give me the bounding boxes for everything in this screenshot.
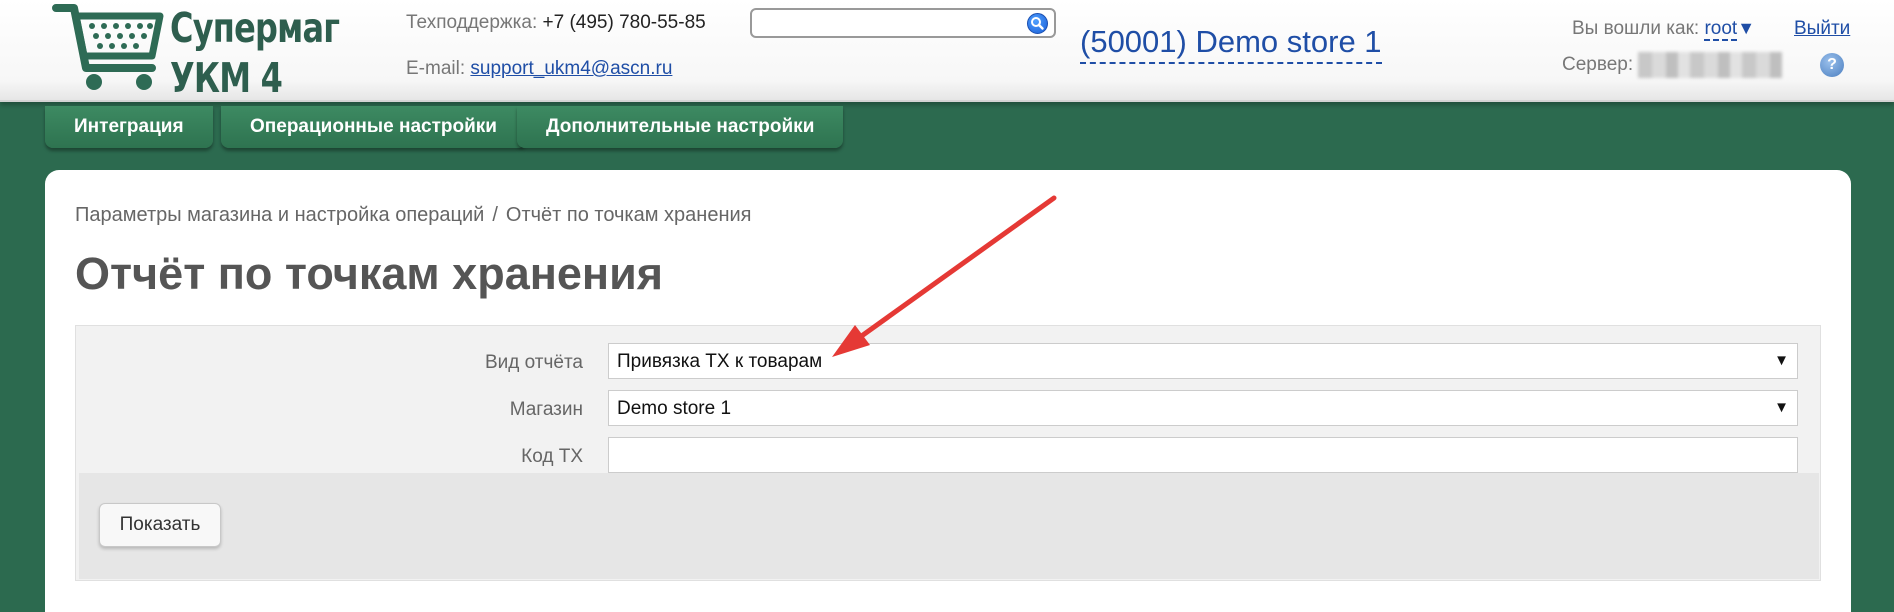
- breadcrumb: Параметры магазина и настройка операций /…: [75, 204, 752, 227]
- store-value: Demo store 1: [617, 398, 732, 419]
- page-title: Отчёт по точкам хранения: [75, 248, 664, 299]
- dropdown-arrow-icon: ▼: [1774, 399, 1789, 416]
- store-selector[interactable]: (50001) Demo store 1: [1080, 24, 1382, 64]
- dropdown-arrow-icon: ▼: [1774, 352, 1789, 369]
- server-value-redacted: [1638, 52, 1782, 78]
- form-actions: Показать: [79, 473, 1819, 579]
- support-phone: Техподдержка: +7 (495) 780-55-85: [406, 12, 706, 34]
- logo-title: Супермаг: [170, 4, 340, 52]
- report-form: Вид отчёта Привязка ТХ к товарам ▼ Магаз…: [75, 325, 1821, 581]
- tab-additional-settings[interactable]: Дополнительные настройки: [517, 106, 844, 148]
- store-label: Магазин: [509, 399, 583, 420]
- logout-link[interactable]: Выйти: [1794, 18, 1850, 40]
- logo[interactable]: Супермаг УКМ 4: [52, 2, 347, 102]
- server-label: Сервер:: [1562, 54, 1634, 75]
- storage-code-label: Код ТХ: [521, 446, 583, 467]
- support-phone-value: +7 (495) 780-55-85: [542, 12, 706, 33]
- tab-operational-settings[interactable]: Операционные настройки: [221, 106, 526, 148]
- tab-integration[interactable]: Интеграция: [45, 106, 213, 148]
- show-button[interactable]: Показать: [99, 503, 221, 547]
- report-type-label: Вид отчёта: [484, 352, 583, 373]
- user-info: Вы вошли как: root▼: [1572, 18, 1755, 41]
- shopping-cart-icon: [52, 4, 164, 90]
- top-header: Супермаг УКМ 4 Техподдержка: +7 (495) 78…: [0, 0, 1894, 102]
- content-panel: Параметры магазина и настройка операций /…: [45, 170, 1851, 612]
- breadcrumb-parent[interactable]: Параметры магазина и настройка операций: [75, 204, 484, 226]
- user-menu[interactable]: root: [1704, 18, 1738, 41]
- search-input[interactable]: [752, 10, 1012, 36]
- email-label: E-mail:: [406, 58, 466, 79]
- breadcrumb-separator: /: [492, 204, 498, 226]
- logo-subtitle: УКМ 4: [170, 54, 283, 102]
- chevron-down-icon[interactable]: ▼: [1737, 18, 1755, 38]
- search-icon[interactable]: [1027, 13, 1048, 34]
- report-type-select[interactable]: Привязка ТХ к товарам ▼: [608, 343, 1798, 379]
- report-type-value: Привязка ТХ к товарам: [617, 351, 823, 372]
- breadcrumb-current: Отчёт по точкам хранения: [505, 204, 752, 226]
- search-box: [750, 8, 1056, 38]
- user-label: Вы вошли как:: [1572, 18, 1700, 39]
- support-email: E-mail: support_ukm4@ascn.ru: [406, 58, 672, 80]
- storage-code-input[interactable]: [608, 437, 1798, 473]
- support-label: Техподдержка:: [406, 12, 538, 33]
- store-select[interactable]: Demo store 1 ▼: [608, 390, 1798, 426]
- help-icon[interactable]: ?: [1820, 53, 1844, 77]
- email-link[interactable]: support_ukm4@ascn.ru: [470, 58, 672, 79]
